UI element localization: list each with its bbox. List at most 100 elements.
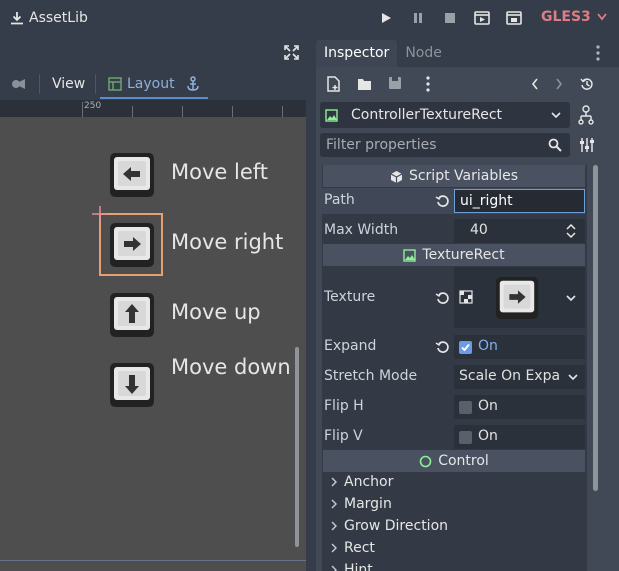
group-grow-direction[interactable]: Grow Direction <box>330 518 448 534</box>
chevron-right-icon <box>331 477 337 487</box>
history-forward-icon[interactable] <box>555 78 563 90</box>
texture-resource-picker[interactable] <box>454 267 585 328</box>
revert-icon[interactable] <box>435 290 451 306</box>
renderer-label: GLES3 <box>541 9 591 25</box>
layout-label: Layout <box>127 76 175 92</box>
max-width-value: 40 <box>470 222 488 238</box>
path-input[interactable]: ui_right <box>454 189 585 213</box>
node-path-icon[interactable] <box>578 105 594 125</box>
inspector-toolbar <box>322 73 612 97</box>
layout-grid-icon <box>108 77 122 91</box>
horizontal-ruler: 250 <box>0 100 306 118</box>
history-back-icon[interactable] <box>531 78 539 90</box>
play-scene-icon[interactable] <box>472 9 492 27</box>
view-menu[interactable]: View <box>52 75 85 93</box>
assetlib-button[interactable]: AssetLib <box>10 8 88 28</box>
up-arrow-key-icon <box>110 293 154 337</box>
new-resource-icon[interactable] <box>327 76 341 92</box>
filter-properties-input[interactable]: Filter properties <box>320 133 570 157</box>
play-custom-scene-icon[interactable] <box>504 9 524 27</box>
section-title: Control <box>438 453 489 469</box>
distraction-free-icon[interactable] <box>284 45 299 60</box>
expand-checkbox-row[interactable]: On <box>454 335 585 359</box>
revert-icon[interactable] <box>435 193 451 209</box>
top-bar <box>0 0 619 36</box>
chevron-right-icon <box>331 521 337 531</box>
flip-v-value: On <box>478 428 498 444</box>
open-folder-icon[interactable] <box>357 77 373 91</box>
group-rect[interactable]: Rect <box>330 540 375 556</box>
canvas-scrollbar[interactable] <box>295 347 299 547</box>
anchor-icon[interactable] <box>185 76 201 92</box>
chevron-down-icon <box>597 13 607 21</box>
ruler-tick <box>132 106 133 117</box>
stretch-mode-value: Scale On Expa <box>459 368 561 384</box>
assetlib-label: AssetLib <box>29 10 88 26</box>
expand-label: Expand <box>324 338 377 354</box>
section-title: TextureRect <box>422 247 505 263</box>
filter-placeholder: Filter properties <box>326 137 437 153</box>
chevron-right-icon <box>331 565 337 571</box>
control-circle-icon <box>419 455 432 467</box>
revert-icon[interactable] <box>435 339 451 355</box>
group-label: Margin <box>344 496 392 512</box>
object-name: ControllerTextureRect <box>351 107 503 123</box>
flip-v-checkbox-row[interactable]: On <box>454 425 585 449</box>
group-label: Grow Direction <box>344 518 449 534</box>
tab-node[interactable]: Node <box>397 40 450 67</box>
chevron-right-icon <box>331 499 337 509</box>
ruler-label: 250 <box>84 101 102 111</box>
object-selector[interactable]: ControllerTextureRect <box>320 102 570 128</box>
ruler-tick <box>282 106 283 117</box>
expand-checkbox[interactable] <box>459 341 472 354</box>
move-down-label: Move down <box>171 355 291 379</box>
down-arrow-key-icon <box>110 363 154 407</box>
move-up-label: Move up <box>171 300 261 324</box>
dock-menu-icon[interactable] <box>595 45 601 61</box>
object-menu-icon[interactable] <box>425 76 431 92</box>
pivot-cross-icon[interactable] <box>92 206 108 222</box>
flip-v-checkbox[interactable] <box>459 431 472 444</box>
chevron-down-icon <box>551 112 561 119</box>
group-anchor[interactable]: Anchor <box>330 474 393 490</box>
flip-h-checkbox-row[interactable]: On <box>454 395 585 419</box>
chevron-right-icon <box>331 543 337 553</box>
ruler-tick <box>232 106 233 117</box>
group-margin[interactable]: Margin <box>330 496 392 512</box>
flip-h-checkbox[interactable] <box>459 401 472 414</box>
group-label: Rect <box>344 540 375 556</box>
renderer-selector[interactable]: GLES3 <box>541 9 607 25</box>
ruler-tick <box>82 102 83 117</box>
max-width-label: Max Width <box>324 222 399 238</box>
section-texture-rect[interactable]: TextureRect <box>323 244 585 266</box>
group-label: Anchor <box>344 474 394 490</box>
ruler-tick <box>182 106 183 117</box>
toolbar-divider <box>95 74 96 94</box>
save-icon[interactable] <box>388 76 402 90</box>
chevron-down-icon <box>568 374 578 381</box>
tab-inspector[interactable]: Inspector <box>316 40 398 67</box>
section-script-variables[interactable]: Script Variables <box>323 165 585 187</box>
history-list-icon[interactable] <box>580 77 594 91</box>
inspector-scrollbar[interactable] <box>593 165 598 491</box>
group-hint[interactable]: Hint <box>330 562 373 571</box>
search-icon <box>548 138 562 152</box>
checkmark-icon <box>461 343 470 352</box>
stretch-mode-label: Stretch Mode <box>324 368 418 384</box>
layout-menu[interactable]: Layout <box>108 75 175 93</box>
pause-icon[interactable] <box>408 9 428 27</box>
left-arrow-key-icon <box>110 153 154 197</box>
camera-icon[interactable] <box>10 77 26 91</box>
canvas-guide-line <box>0 560 306 561</box>
object-properties-menu-icon[interactable] <box>579 137 595 153</box>
spin-updown-icon[interactable] <box>566 224 576 238</box>
download-icon <box>11 12 23 25</box>
max-width-spinbox[interactable]: 40 <box>454 219 585 243</box>
stretch-mode-select[interactable]: Scale On Expa <box>454 365 585 389</box>
stop-icon[interactable] <box>440 9 460 27</box>
path-value: ui_right <box>460 193 513 209</box>
right-arrow-key-icon <box>495 276 539 320</box>
chevron-down-icon[interactable] <box>566 295 576 302</box>
play-icon[interactable] <box>376 9 396 27</box>
section-control[interactable]: Control <box>323 450 585 472</box>
